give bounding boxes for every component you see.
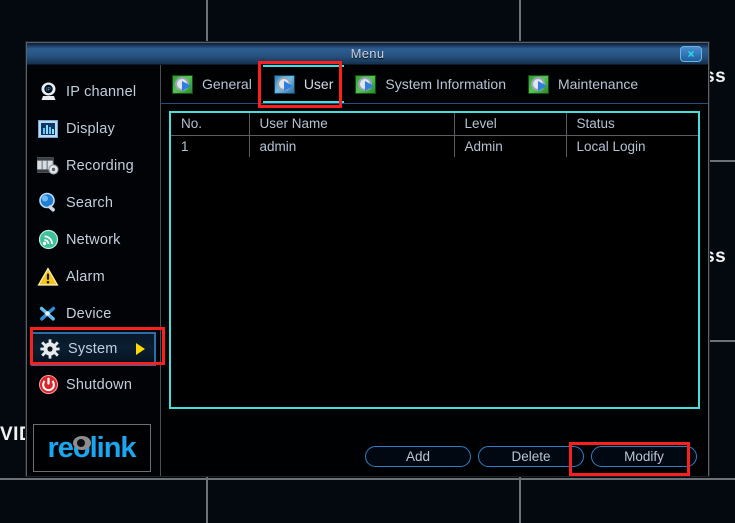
gear-arrow-icon: [527, 74, 549, 94]
gear-arrow-icon: [273, 74, 295, 94]
power-icon: [37, 374, 59, 396]
sidebar-item-label: Device: [66, 305, 112, 322]
device-icon: [37, 303, 59, 325]
grid-divider-horizontal-3: [0, 478, 735, 480]
content-panel: General User System Information Maintena…: [161, 65, 708, 476]
display-icon: [37, 118, 59, 140]
tab-system-information[interactable]: System Information: [344, 65, 517, 103]
reolink-logo-eye-icon: [73, 436, 91, 450]
tab-label: General: [202, 76, 252, 92]
recording-icon: [37, 155, 59, 177]
page-title: Menu: [350, 46, 385, 61]
sidebar-item-system[interactable]: System: [31, 332, 156, 366]
button-row: Add Delete Modify: [161, 446, 708, 467]
sidebar-item-label: Shutdown: [66, 376, 133, 393]
sidebar-item-label: Network: [66, 231, 121, 248]
table-header-row: No. User Name Level Status: [171, 113, 698, 136]
cell-status: Local Login: [576, 138, 646, 154]
add-button[interactable]: Add: [365, 446, 471, 467]
cell-user-name: admin: [249, 135, 455, 157]
menu-dialog: Menu × IP IP channel Display Recording S…: [26, 42, 709, 476]
sidebar-item-label: IP channel: [66, 83, 137, 100]
tab-bar: General User System Information Maintena…: [161, 65, 708, 104]
alarm-icon: [37, 266, 59, 288]
gear-arrow-icon: [355, 74, 377, 94]
sidebar-item-label: Search: [66, 194, 114, 211]
tab-maintenance[interactable]: Maintenance: [517, 65, 649, 103]
user-table-element: No. User Name Level Status 1 admin Admin: [171, 113, 698, 157]
column-header-status: Status: [566, 113, 698, 136]
search-icon: [37, 192, 59, 214]
close-icon[interactable]: ×: [680, 46, 702, 62]
sidebar-item-display[interactable]: Display: [27, 110, 160, 147]
camera-icon: IP: [37, 81, 59, 103]
sidebar-item-search[interactable]: Search: [27, 184, 160, 221]
reolink-logo: reolink: [33, 424, 151, 472]
sidebar-item-ip-channel[interactable]: IP IP channel: [27, 73, 160, 110]
column-header-level: Level: [454, 113, 567, 136]
sidebar: IP IP channel Display Recording Search N…: [27, 65, 161, 476]
sidebar-item-label: Display: [66, 120, 115, 137]
sidebar-item-device[interactable]: Device: [27, 295, 160, 332]
column-header-no: No.: [171, 113, 250, 136]
gear-arrow-icon: [172, 74, 193, 94]
sidebar-item-network[interactable]: Network: [27, 221, 160, 258]
dialog-titlebar: Menu ×: [27, 43, 708, 65]
dialog-body: IP IP channel Display Recording Search N…: [27, 65, 708, 476]
column-header-user-name: User Name: [249, 113, 455, 136]
cell-level: Admin: [454, 135, 567, 157]
sidebar-item-label: System: [68, 341, 118, 357]
tab-label: User: [303, 76, 334, 92]
tab-user[interactable]: User: [262, 65, 345, 103]
sidebar-item-shutdown[interactable]: Shutdown: [27, 366, 160, 403]
gear-icon: [39, 338, 61, 360]
table-body: 1 admin Admin Local Login: [171, 135, 698, 157]
user-table: No. User Name Level Status 1 admin Admin: [169, 111, 700, 409]
tab-general[interactable]: General: [161, 65, 263, 103]
table-header: No. User Name Level Status: [171, 113, 698, 136]
sidebar-item-alarm[interactable]: Alarm: [27, 258, 160, 295]
sidebar-item-label: Alarm: [66, 268, 105, 285]
sidebar-item-label: Recording: [66, 157, 134, 174]
sidebar-item-recording[interactable]: Recording: [27, 147, 160, 184]
cell-no: 1: [171, 135, 250, 157]
svg-text:IP: IP: [46, 87, 51, 93]
tab-label: Maintenance: [557, 76, 639, 92]
chevron-right-icon: [136, 343, 145, 355]
network-icon: [37, 229, 59, 251]
modify-button[interactable]: Modify: [591, 446, 697, 467]
tab-label: System Information: [385, 76, 506, 92]
reolink-logo-text: reolink: [47, 431, 136, 464]
delete-button[interactable]: Delete: [478, 446, 584, 467]
table-row[interactable]: 1 admin Admin Local Login: [171, 135, 698, 157]
screen: oss oss VID Menu × IP IP channel Display…: [0, 0, 735, 523]
